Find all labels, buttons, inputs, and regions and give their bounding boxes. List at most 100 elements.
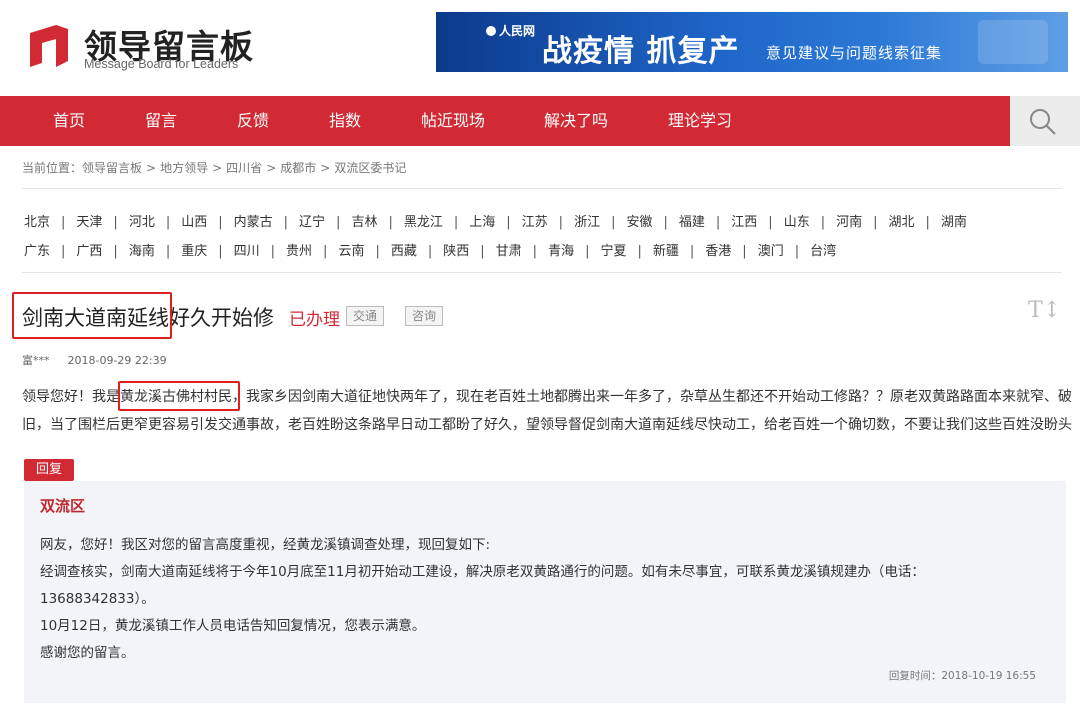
province-link[interactable]: 甘肃 (496, 240, 522, 259)
province-row-2: 广东 | 广西 | 海南 | 重庆 | 四川 | 贵州 | 云南 | 西藏 | 陕西 | 甘肃 | 青海 | 宁夏 | 新疆 | 香… (24, 240, 836, 259)
province-link[interactable]: 广西 (76, 240, 102, 259)
province-link[interactable]: 山西 (181, 211, 207, 230)
province-link[interactable]: 海南 (129, 240, 155, 259)
province-link[interactable]: 湖北 (889, 211, 915, 230)
province-separator: | (270, 244, 276, 259)
province-separator: | (336, 215, 341, 230)
province-link[interactable]: 北京 (24, 211, 50, 230)
breadcrumb-separator: > (320, 161, 331, 175)
annotation-highlight (118, 381, 240, 411)
search-button[interactable] (1010, 96, 1080, 146)
province-link[interactable]: 天津 (76, 211, 102, 230)
province-separator: | (113, 244, 118, 259)
province-separator: | (558, 215, 564, 230)
province-link[interactable]: 上海 (469, 211, 495, 230)
message-meta: 富*** 2018-09-29 22:39 (22, 352, 167, 368)
province-link[interactable]: 重庆 (181, 240, 207, 259)
province-separator: | (283, 215, 289, 230)
province-link[interactable]: 陕西 (443, 240, 469, 259)
province-link[interactable]: 福建 (679, 211, 705, 230)
banner-photo (978, 20, 1048, 64)
message-body-line: 旧，当了围栏后更窄更容易引发交通事故，老百姓盼这条路早日动工都盼了好久，望领导督… (22, 417, 1072, 433)
province-link[interactable]: 山东 (784, 211, 810, 230)
reply-line: 13688342833）。 (40, 591, 155, 607)
nav-item-scene[interactable]: 帖近现场 (421, 96, 485, 146)
message-datetime: 2018-09-29 22:39 (67, 354, 167, 367)
province-separator: | (585, 244, 590, 259)
tag-inquiry[interactable]: 咨询 (405, 306, 444, 326)
province-separator: | (637, 244, 642, 259)
promo-banner[interactable]: 人民网 战疫情 抓复产 意见建议与问题线索征集 (436, 12, 1068, 72)
province-separator: | (689, 244, 695, 259)
province-link[interactable]: 台湾 (810, 240, 836, 259)
province-link[interactable]: 安徽 (626, 211, 652, 230)
tag-traffic[interactable]: 交通 (346, 306, 385, 326)
reply-line: 网友，您好！我区对您的留言高度重视，经黄龙溪镇调查处理，现回复如下: (40, 537, 491, 553)
breadcrumb-item[interactable]: 地方领导 (160, 161, 208, 175)
logo-mark-icon (30, 25, 68, 67)
province-separator: | (388, 215, 393, 230)
status-badge: 已办理 (289, 310, 340, 330)
reply-panel: 双流区 网友，您好！我区对您的留言高度重视，经黄龙溪镇调查处理，现回复如下: 经… (24, 481, 1066, 703)
province-separator: | (61, 244, 66, 259)
province-link[interactable]: 香港 (705, 240, 731, 259)
nav-item-feedback[interactable]: 反馈 (237, 96, 269, 146)
province-separator: | (663, 215, 668, 230)
nav-item-solved[interactable]: 解决了吗 (544, 96, 608, 146)
banner-headline: 战疫情 抓复产 (542, 34, 740, 69)
banner-subline: 意见建议与问题线索征集 (766, 44, 943, 62)
province-link[interactable]: 新疆 (653, 240, 679, 259)
province-separator: | (506, 215, 511, 230)
breadcrumb-item[interactable]: 双流区委书记 (334, 161, 406, 175)
province-link[interactable]: 辽宁 (299, 211, 325, 230)
province-link[interactable]: 云南 (338, 240, 364, 259)
province-link[interactable]: 河南 (836, 211, 862, 230)
breadcrumb: 当前位置：领导留言板 > 地方领导 > 四川省 > 成都市 > 双流区委书记 (22, 159, 406, 176)
province-separator: | (820, 215, 826, 230)
province-link[interactable]: 黑龙江 (404, 211, 443, 230)
nav-item-home[interactable]: 首页 (53, 96, 85, 146)
nav-item-index[interactable]: 指数 (329, 96, 361, 146)
breadcrumb-item[interactable]: 四川省 (226, 161, 262, 175)
province-link[interactable]: 宁夏 (600, 240, 626, 259)
province-link[interactable]: 内蒙古 (234, 211, 273, 230)
province-separator: | (925, 215, 930, 230)
reply-time: 回复时间：2018-10-19 16:55 (888, 670, 1036, 682)
annotation-highlight (12, 292, 172, 339)
province-separator: | (532, 244, 538, 259)
breadcrumb-separator: > (146, 161, 157, 175)
breadcrumb-item[interactable]: 领导留言板 (82, 161, 142, 175)
province-link[interactable]: 广东 (24, 240, 50, 259)
nav-item-theory[interactable]: 理论学习 (668, 96, 732, 146)
breadcrumb-item[interactable]: 成都市 (280, 161, 316, 175)
banner-brand: 人民网 (486, 22, 535, 39)
province-link[interactable]: 湖南 (941, 211, 967, 230)
province-separator: | (218, 244, 223, 259)
font-size-icon[interactable]: T↕ (1028, 298, 1061, 323)
province-separator: | (611, 215, 616, 230)
province-link[interactable]: 江西 (731, 211, 757, 230)
divider (22, 188, 1062, 189)
province-separator: | (113, 215, 118, 230)
province-separator: | (480, 244, 485, 259)
province-separator: | (218, 215, 223, 230)
province-separator: | (375, 244, 380, 259)
reply-label: 回复 (24, 459, 74, 481)
province-link[interactable]: 贵州 (286, 240, 312, 259)
province-separator: | (768, 215, 773, 230)
site-header: 领导留言板 Message Board for Leaders 人民网 战疫情 … (0, 0, 1080, 96)
province-link[interactable]: 西藏 (391, 240, 417, 259)
province-link[interactable]: 四川 (234, 240, 260, 259)
province-link[interactable]: 澳门 (758, 240, 784, 259)
province-separator: | (715, 215, 721, 230)
message-author: 富*** (22, 354, 50, 367)
search-icon (1030, 109, 1056, 135)
site-logo[interactable]: 领导留言板 Message Board for Leaders (22, 16, 282, 76)
province-link[interactable]: 青海 (548, 240, 574, 259)
nav-item-message[interactable]: 留言 (145, 96, 177, 146)
province-link[interactable]: 河北 (129, 211, 155, 230)
province-link[interactable]: 吉林 (351, 211, 377, 230)
province-link[interactable]: 江苏 (522, 211, 548, 230)
breadcrumb-prefix: 当前位置： (22, 161, 83, 175)
province-link[interactable]: 浙江 (574, 211, 600, 230)
